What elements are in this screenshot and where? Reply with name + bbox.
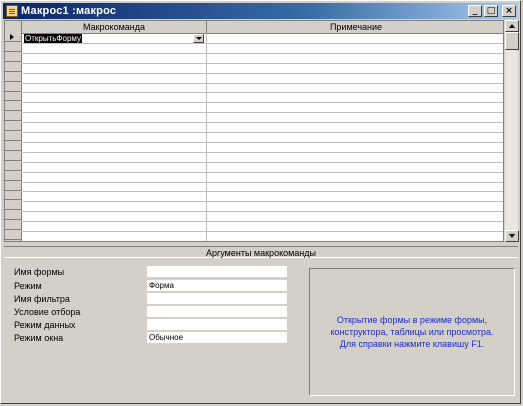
row-divider (21, 141, 503, 143)
row-divider (21, 201, 503, 203)
row-divider (21, 161, 503, 163)
row-divider (21, 171, 503, 173)
macro-grid[interactable]: Макрокоманда Примечание ОткрытьФорму (4, 20, 504, 242)
row-selector[interactable] (5, 152, 21, 161)
row-selector-header (5, 21, 22, 33)
scroll-thumb[interactable] (505, 32, 519, 50)
scroll-up-icon[interactable] (505, 20, 519, 32)
minimize-button[interactable]: _ (468, 5, 482, 17)
window-mode-field[interactable]: Обычное (147, 332, 287, 343)
row-selector[interactable] (5, 221, 21, 231)
where-condition-field[interactable] (147, 306, 287, 317)
row-selector[interactable] (5, 132, 21, 141)
mode-field[interactable]: Форма (147, 280, 287, 291)
row-divider (21, 92, 503, 94)
row-divider (21, 112, 503, 114)
row-selector[interactable] (5, 231, 21, 240)
action-dropdown-button[interactable] (193, 34, 204, 43)
arg-label-mode: Режим (14, 281, 42, 291)
macro-icon (6, 5, 18, 17)
maximize-button[interactable]: □ (484, 5, 498, 17)
row-divider (21, 62, 503, 64)
row-divider (21, 240, 503, 241)
row-divider (21, 72, 503, 74)
help-panel: Открытие формы в режиме формы, конструкт… (309, 268, 515, 396)
row-selector[interactable] (5, 73, 21, 82)
row-divider (21, 211, 503, 213)
row-selector[interactable] (5, 182, 21, 191)
row-divider (21, 151, 503, 153)
row-divider (21, 191, 503, 193)
row-divider (21, 132, 503, 133)
window-title: Макрос1 :макрос (21, 5, 117, 17)
arg-label-form-name: Имя формы (14, 267, 65, 277)
row-selector-column (5, 33, 22, 241)
close-button[interactable]: × (502, 5, 516, 17)
row-selector[interactable] (5, 122, 21, 132)
arg-label-data-mode: Режим данных (14, 320, 76, 330)
column-divider (206, 33, 207, 241)
row-selector[interactable] (5, 53, 21, 62)
grid-header: Макрокоманда Примечание (5, 21, 503, 34)
row-divider (21, 102, 503, 104)
vertical-scrollbar[interactable] (504, 20, 519, 242)
row-selector[interactable] (5, 63, 21, 72)
row-divider (21, 122, 503, 124)
row-divider (21, 52, 503, 54)
row-selector[interactable] (5, 43, 21, 52)
title-bar[interactable]: Макрос1 :макрос _ □ × (3, 3, 518, 19)
arguments-title: Аргументы макрокоманды (4, 246, 518, 258)
current-row-marker-icon[interactable] (5, 33, 21, 42)
row-divider (21, 231, 503, 232)
column-header-action[interactable]: Макрокоманда (22, 21, 207, 33)
column-header-note[interactable]: Примечание (207, 21, 503, 33)
form-name-field[interactable] (147, 266, 287, 277)
filter-name-field[interactable] (147, 293, 287, 304)
arg-label-where-condition: Условие отбора (14, 307, 81, 317)
row-selector[interactable] (5, 201, 21, 211)
row-selector[interactable] (5, 92, 21, 102)
row-divider (21, 82, 503, 84)
row-selector[interactable] (5, 142, 21, 151)
window-controls: _ □ × (468, 5, 516, 17)
row-selector[interactable] (5, 83, 21, 92)
row-selector[interactable] (5, 191, 21, 201)
row-selector[interactable] (5, 211, 21, 221)
data-mode-field[interactable] (147, 319, 287, 330)
row-selector[interactable] (5, 112, 21, 122)
row-selector[interactable] (5, 172, 21, 181)
row-selector[interactable] (5, 102, 21, 112)
action-cell-value[interactable]: ОткрытьФорму (24, 34, 82, 43)
arg-label-window-mode: Режим окна (14, 333, 64, 343)
scroll-down-icon[interactable] (505, 230, 519, 242)
arg-label-filter-name: Имя фильтра (14, 294, 70, 304)
help-text: Открытие формы в режиме формы, конструкт… (330, 315, 494, 349)
row-divider (21, 221, 503, 223)
row-divider (21, 42, 503, 44)
row-divider (21, 181, 503, 183)
row-selector[interactable] (5, 162, 21, 171)
